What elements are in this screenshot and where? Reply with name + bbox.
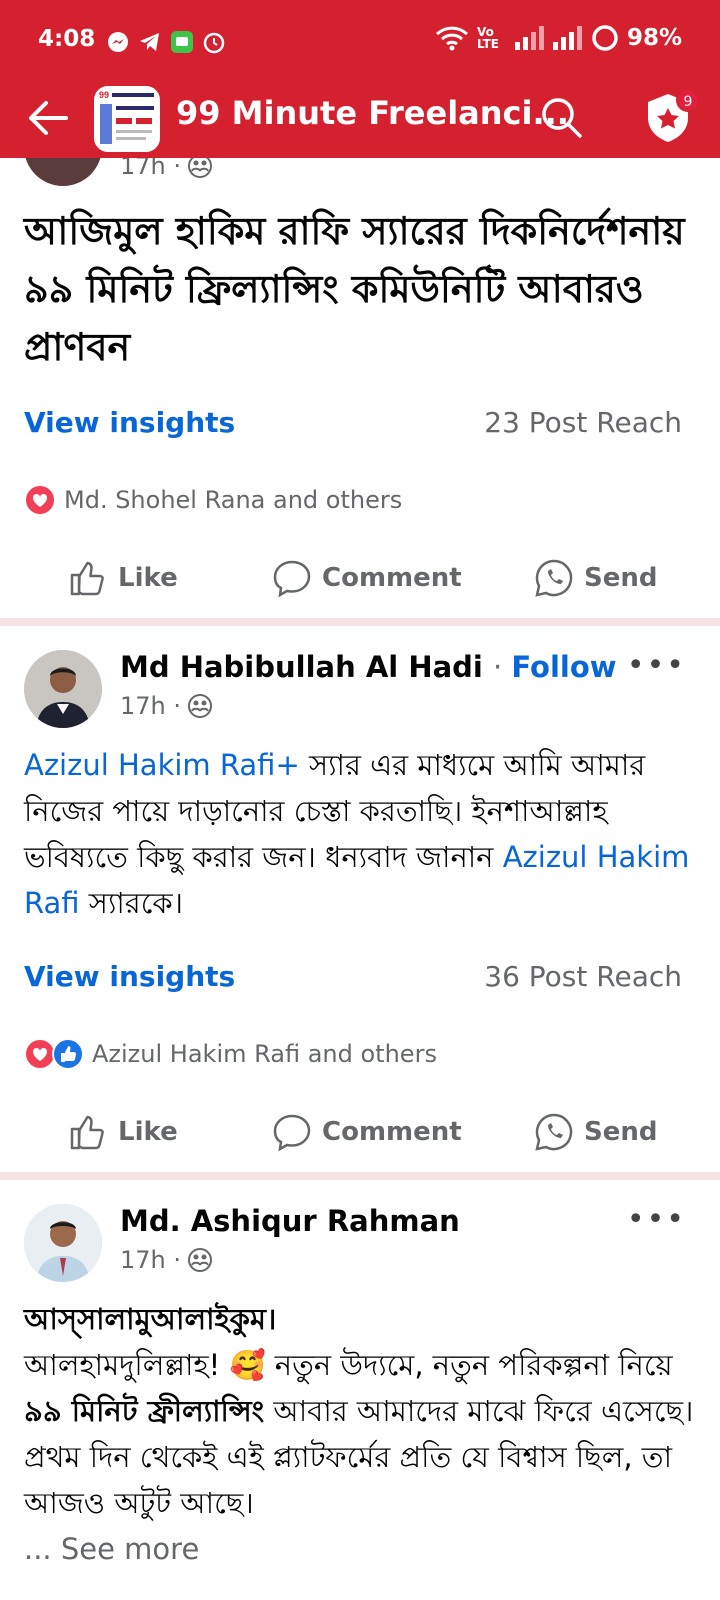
volte-label: Vo LTE bbox=[476, 25, 499, 51]
see-more-link[interactable]: ... See more bbox=[24, 1526, 704, 1572]
send-label: Send bbox=[584, 1117, 658, 1147]
view-insights-link[interactable]: View insights bbox=[24, 406, 235, 439]
post-meta: 17h · bbox=[120, 692, 213, 720]
group-title[interactable]: 99 Minute Freelanci... bbox=[176, 94, 569, 132]
post-actions: Like Comment Send bbox=[0, 1100, 720, 1160]
more-options-button[interactable]: ••• bbox=[627, 1202, 686, 1237]
post-author: Md. Ashiqur Rahman bbox=[120, 1204, 460, 1238]
post-reach: 36 Post Reach bbox=[484, 960, 682, 993]
profile-photo bbox=[24, 1204, 102, 1282]
search-button[interactable] bbox=[538, 94, 586, 142]
like-reaction-icon bbox=[52, 1038, 84, 1070]
avatar[interactable] bbox=[24, 1204, 102, 1282]
group-header: 99 99 Minute Freelanci... 9 bbox=[0, 84, 720, 158]
like-button[interactable]: Like bbox=[68, 1112, 178, 1152]
post-text-part: আলহামদুলিল্লাহ! 🥰 নতুন উদ্যমে, নতুন পরিক… bbox=[24, 1348, 673, 1382]
post-body-text: আস্সালামুআলাইকুম। আলহামদুলিল্লাহ! 🥰 নতুন… bbox=[24, 1296, 704, 1572]
back-arrow-icon bbox=[29, 101, 68, 135]
group-avatar[interactable]: 99 bbox=[94, 86, 160, 152]
reaction-names: Md. Shohel Rana and others bbox=[64, 486, 403, 514]
profile-photo bbox=[24, 650, 102, 728]
post-divider bbox=[0, 1172, 720, 1180]
messenger-icon bbox=[106, 30, 130, 54]
app-top-bar: 4:08 Vo LTE 98% 99 99 Minute Freelanci..… bbox=[0, 0, 720, 158]
avatar[interactable] bbox=[24, 650, 102, 728]
love-reaction-icon bbox=[24, 484, 56, 516]
messages-icon bbox=[170, 30, 194, 54]
like-icon bbox=[70, 561, 104, 596]
badges-button[interactable]: 9 bbox=[640, 88, 700, 146]
more-options-button[interactable]: ••• bbox=[627, 648, 686, 683]
post-paragraph: আলহামদুলিল্লাহ! 🥰 নতুন উদ্যমে, নতুন পরিক… bbox=[24, 1342, 704, 1526]
view-insights-link[interactable]: View insights bbox=[24, 960, 235, 993]
post-meta: 17h · bbox=[120, 1246, 213, 1274]
battery-ring-icon bbox=[592, 25, 618, 51]
post-body-text: Azizul Hakim Rafi+ স্যার এর মাধ্যমে আমি … bbox=[24, 742, 704, 926]
like-icon bbox=[70, 1115, 104, 1150]
group-privacy-icon bbox=[188, 694, 213, 718]
status-bar: 4:08 Vo LTE 98% bbox=[0, 0, 720, 84]
search-icon bbox=[542, 98, 582, 138]
comment-button[interactable]: Comment bbox=[272, 1112, 462, 1152]
notification-icons bbox=[106, 30, 226, 54]
author-name[interactable]: Md. Ashiqur Rahman bbox=[120, 1204, 460, 1238]
group-privacy-icon bbox=[188, 1248, 213, 1272]
reaction-summary[interactable]: Azizul Hakim Rafi and others bbox=[24, 1038, 437, 1070]
send-button[interactable]: Send bbox=[534, 558, 657, 598]
svg-text:99: 99 bbox=[99, 90, 109, 100]
battery-level: 98% bbox=[626, 25, 682, 51]
status-right: Vo LTE 98% bbox=[435, 24, 682, 52]
post-author: Md Habibullah Al Hadi · Follow bbox=[120, 650, 617, 684]
mention-link[interactable]: Azizul Hakim Rafi+ bbox=[24, 748, 300, 782]
like-button[interactable]: Like bbox=[68, 558, 178, 598]
status-time: 4:08 bbox=[38, 26, 96, 52]
group-logo-icon: 99 bbox=[96, 88, 158, 150]
badge-count: 9 bbox=[676, 88, 700, 112]
comment-button[interactable]: Comment bbox=[272, 558, 462, 598]
post-actions: Like Comment Send bbox=[0, 546, 720, 606]
post-body-text: আজিমুল হাকিম রাফি স্যারের দিকনির্দেশনায়… bbox=[24, 209, 685, 369]
post-greeting: আস্সালামুআলাইকুম। bbox=[24, 1302, 277, 1336]
post-time: 17h · bbox=[120, 1246, 182, 1274]
send-button[interactable]: Send bbox=[534, 1112, 657, 1152]
post-text-bold: ৯৯ মিনিট ফ্রীল্যান্সিং bbox=[24, 1394, 265, 1428]
alarm-app-icon bbox=[202, 30, 226, 54]
reaction-icons bbox=[24, 1038, 84, 1070]
author-name[interactable]: Md Habibullah Al Hadi bbox=[120, 650, 483, 684]
comment-icon bbox=[273, 1114, 311, 1152]
comment-icon bbox=[273, 560, 311, 598]
post-reach: 23 Post Reach bbox=[484, 406, 682, 439]
follow-button[interactable]: Follow bbox=[511, 650, 616, 684]
like-label: Like bbox=[118, 1117, 178, 1147]
wifi-icon bbox=[435, 26, 468, 51]
back-button[interactable] bbox=[24, 94, 72, 142]
whatsapp-icon bbox=[535, 559, 573, 597]
reaction-names: Azizul Hakim Rafi and others bbox=[92, 1040, 437, 1068]
separator-dot: · bbox=[492, 650, 512, 684]
comment-label: Comment bbox=[322, 1117, 462, 1147]
whatsapp-icon bbox=[535, 1113, 573, 1151]
post-divider bbox=[0, 618, 720, 626]
telegram-icon bbox=[138, 30, 162, 54]
post-text-part: স্যারকে। bbox=[79, 886, 184, 920]
send-label: Send bbox=[584, 563, 658, 593]
signal-icon-2 bbox=[552, 26, 582, 50]
signal-icon-1 bbox=[514, 26, 544, 50]
like-label: Like bbox=[118, 563, 178, 593]
post-time: 17h · bbox=[120, 692, 182, 720]
reaction-summary[interactable]: Md. Shohel Rana and others bbox=[24, 484, 402, 516]
comment-label: Comment bbox=[322, 563, 462, 593]
